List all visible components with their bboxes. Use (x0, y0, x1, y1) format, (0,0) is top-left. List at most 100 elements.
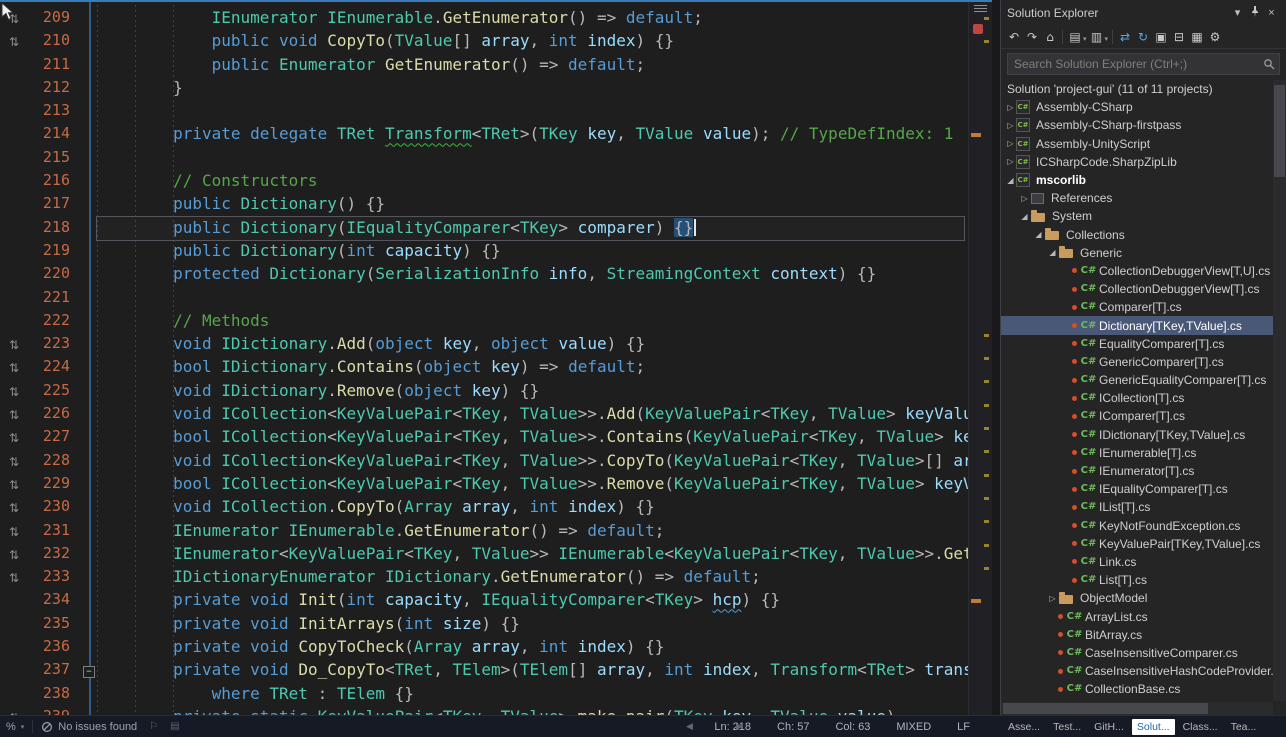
code-line[interactable]: private static KeyValuePair<TKey, TValue… (96, 707, 968, 715)
gutter-row[interactable] (0, 590, 28, 613)
tree-item[interactable]: C#BitArray.cs (1001, 626, 1273, 644)
gutter-row[interactable] (0, 241, 28, 264)
references-gutter-icon[interactable]: ⇅ (9, 361, 19, 375)
panel-tab[interactable]: GitH... (1089, 719, 1129, 735)
tree-item[interactable]: ◢C#mscorlib (1001, 171, 1273, 189)
code-line[interactable]: private void Init(int capacity, IEqualit… (96, 590, 968, 613)
references-gutter-icon[interactable]: ⇅ (9, 525, 19, 539)
line-number[interactable]: 212 (28, 78, 80, 101)
tree-item[interactable]: C#KeyNotFoundException.cs (1001, 517, 1273, 535)
line-number[interactable]: 215 (28, 148, 80, 171)
code-line[interactable]: private delegate TRet Transform<TRet>(TK… (96, 124, 968, 147)
tree-item[interactable]: C#CollectionBase.cs (1001, 680, 1273, 698)
window-menu-icon[interactable]: ▾ (1229, 6, 1246, 19)
gutter-row[interactable]: ⇅ (0, 567, 28, 590)
tree-item[interactable]: C#IEnumerator[T].cs (1001, 462, 1273, 480)
code-line[interactable]: private void CopyToCheck(Array array, in… (96, 637, 968, 660)
line-number[interactable]: 226 (28, 404, 80, 427)
tree-item[interactable]: ▷C#Assembly-CSharp-firstpass (1001, 116, 1273, 134)
line-number[interactable]: 231 (28, 521, 80, 544)
tree-item[interactable]: C#GenericEqualityComparer[T].cs (1001, 371, 1273, 389)
code-text-area[interactable]: IEnumerator IEnumerable.GetEnumerator() … (96, 0, 968, 715)
line-number[interactable]: 235 (28, 614, 80, 637)
column-indicator[interactable]: Col: 63 (835, 721, 870, 733)
code-line[interactable]: protected Dictionary(SerializationInfo i… (96, 264, 968, 287)
collapse-all-icon[interactable]: ⊟ (1170, 28, 1188, 46)
line-number[interactable]: 223 (28, 334, 80, 357)
line-number[interactable]: 237 (28, 660, 80, 683)
chevron-collapsed-icon[interactable]: ▷ (1005, 103, 1016, 112)
references-gutter-icon[interactable]: ⇅ (9, 431, 19, 445)
close-icon[interactable]: × (1263, 7, 1280, 19)
code-line[interactable]: void ICollection.CopyTo(Array array, int… (96, 497, 968, 520)
chevron-collapsed-icon[interactable]: ▷ (1019, 194, 1030, 203)
gutter-row[interactable] (0, 288, 28, 311)
line-number[interactable]: 219 (28, 241, 80, 264)
tree-item[interactable]: C#IList[T].cs (1001, 498, 1273, 516)
scroll-left-icon[interactable]: ◀ (686, 721, 693, 732)
navigate-forward-icon[interactable]: ↷ (1023, 28, 1041, 46)
gutter-row[interactable]: ⇅ (0, 544, 28, 567)
code-editor[interactable]: ⇅⇅⇅⇅⇅⇅⇅⇅⇅⇅⇅⇅⇅⇅ 2092102112122132142152162… (0, 0, 992, 715)
chevron-expanded-icon[interactable]: ◢ (1019, 212, 1030, 221)
line-number[interactable]: 227 (28, 427, 80, 450)
references-gutter-icon[interactable]: ⇅ (9, 385, 19, 399)
notifications-icon[interactable]: ⚐ (143, 721, 164, 732)
tree-item[interactable]: C#List[T].cs (1001, 571, 1273, 589)
panel-tab[interactable]: Asse... (1003, 719, 1045, 735)
line-number[interactable]: 210 (28, 31, 80, 54)
tree-item[interactable]: ▷C#Assembly-UnityScript (1001, 135, 1273, 153)
refresh-icon[interactable]: ↻ (1134, 28, 1152, 46)
tree-item[interactable]: ◢Collections (1001, 226, 1273, 244)
line-number[interactable]: 228 (28, 451, 80, 474)
code-line[interactable]: public Enumerator GetEnumerator() => def… (96, 55, 968, 78)
line-number[interactable]: 211 (28, 55, 80, 78)
line-number[interactable]: 225 (28, 381, 80, 404)
gutter-row[interactable] (0, 660, 28, 683)
gutter-row[interactable] (0, 264, 28, 287)
code-line[interactable] (96, 148, 968, 171)
tree-item[interactable]: C#CollectionDebuggerView[T].cs (1001, 280, 1273, 298)
chevron-collapsed-icon[interactable]: ▷ (1005, 121, 1016, 130)
tree-horizontal-scrollbar[interactable] (1001, 702, 1273, 715)
gutter-row[interactable]: ⇅ (0, 381, 28, 404)
tree-item[interactable]: C#ICollection[T].cs (1001, 389, 1273, 407)
references-gutter-icon[interactable]: ⇅ (9, 408, 19, 422)
scroll-right-icon[interactable]: ▶ (736, 721, 743, 732)
references-gutter-icon[interactable]: ⇅ (9, 501, 19, 515)
tree-item[interactable]: C#CaseInsensitiveHashCodeProvider.cs (1001, 662, 1273, 680)
code-line[interactable]: public Dictionary(int capacity) {} (96, 241, 968, 264)
navigate-back-icon[interactable]: ↶ (1005, 28, 1023, 46)
code-line[interactable]: } (96, 78, 968, 101)
scrollbar-thumb[interactable] (1274, 85, 1285, 177)
code-line[interactable]: IDictionaryEnumerator IDictionary.GetEnu… (96, 567, 968, 590)
chevron-expanded-icon[interactable]: ◢ (1047, 248, 1058, 257)
references-gutter-icon[interactable]: ⇅ (9, 548, 19, 562)
tree-item[interactable]: C#KeyValuePair[TKey,TValue].cs (1001, 535, 1273, 553)
line-number[interactable]: 229 (28, 474, 80, 497)
line-number[interactable]: 221 (28, 288, 80, 311)
line-number[interactable]: 224 (28, 357, 80, 380)
references-gutter-icon[interactable]: ⇅ (9, 35, 19, 49)
gutter-row[interactable] (0, 101, 28, 124)
code-line[interactable] (96, 101, 968, 124)
code-line[interactable]: private void InitArrays(int size) {} (96, 614, 968, 637)
line-number[interactable]: 233 (28, 567, 80, 590)
tree-item[interactable]: ▷C#Assembly-CSharp (1001, 98, 1273, 116)
line-number[interactable]: 232 (28, 544, 80, 567)
code-line[interactable]: public Dictionary() {} (96, 194, 968, 217)
scrollbar-thumb[interactable] (1003, 703, 1208, 714)
line-number[interactable]: 217 (28, 194, 80, 217)
home-icon[interactable]: ⌂ (1041, 28, 1059, 46)
gutter-row[interactable]: ⇅ (0, 404, 28, 427)
tree-item[interactable]: C#EqualityComparer[T].cs (1001, 335, 1273, 353)
code-line[interactable]: bool ICollection<KeyValuePair<TKey, TVal… (96, 427, 968, 450)
gutter-row[interactable]: ⇅ (0, 427, 28, 450)
pending-changes-filter-icon[interactable]: ▥ (1088, 28, 1106, 46)
line-indicator[interactable]: Ln: 218 (714, 721, 751, 733)
chevron-collapsed-icon[interactable]: ▷ (1005, 157, 1016, 166)
tree-item[interactable]: Solution 'project-gui' (11 of 11 project… (1001, 80, 1273, 98)
panel-splitter[interactable] (992, 0, 1000, 715)
zoom-control[interactable]: % ▾ (0, 721, 30, 733)
panel-tab[interactable]: Solut... (1132, 719, 1175, 735)
